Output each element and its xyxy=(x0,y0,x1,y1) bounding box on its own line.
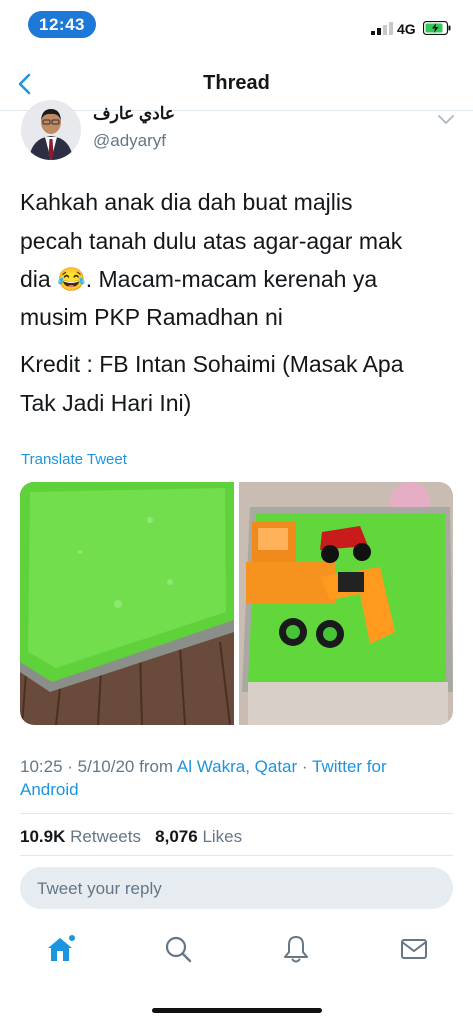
search-icon[interactable] xyxy=(163,934,193,964)
author-name[interactable]: عادي عارف xyxy=(93,104,175,124)
translate-tweet-link[interactable]: Translate Tweet xyxy=(21,451,127,468)
status-time: 12:43 xyxy=(28,11,96,38)
author-handle[interactable]: @adyaryf xyxy=(93,131,166,151)
page-title: Thread xyxy=(203,72,270,94)
divider xyxy=(20,813,453,814)
divider xyxy=(20,855,453,856)
media-grid xyxy=(20,482,453,725)
media-photo-1[interactable] xyxy=(20,482,234,725)
likes-stat[interactable]: 8,076 Likes xyxy=(155,827,242,846)
reply-placeholder: Tweet your reply xyxy=(37,879,162,898)
tweet-stats: 10.9K Retweets 8,076 Likes xyxy=(20,827,242,847)
retweets-stat[interactable]: 10.9K Retweets xyxy=(20,827,141,846)
home-icon[interactable] xyxy=(45,934,75,964)
tweet-credit-line: Tak Jadi Hari Ini) xyxy=(20,390,192,416)
home-indicator xyxy=(152,1008,322,1013)
notifications-icon[interactable] xyxy=(281,934,311,964)
media-photo-2[interactable] xyxy=(239,482,453,725)
tweet-text-line: dia 😂. Macam-macam kerenah ya xyxy=(20,266,378,292)
tweet-credit-line: Kredit : FB Intan Sohaimi (Masak Apa xyxy=(20,351,404,377)
tweet-meta: 10:25 · 5/10/20 from Al Wakra, Qatar · T… xyxy=(20,755,440,801)
network-label: 4G xyxy=(397,21,416,37)
messages-icon[interactable] xyxy=(399,934,429,964)
location-link[interactable]: Al Wakra, Qatar xyxy=(177,757,297,776)
tweet-text-line: Kahkah anak dia dah buat majlis xyxy=(20,189,353,215)
meta-separator: · xyxy=(297,757,312,776)
avatar[interactable] xyxy=(21,100,81,160)
tweet-datetime: 10:25 · 5/10/20 from xyxy=(20,757,177,776)
battery-icon xyxy=(423,21,451,35)
signal-icon xyxy=(371,22,393,35)
chevron-down-icon[interactable] xyxy=(437,114,455,126)
tweet-text-line: musim PKP Ramadhan ni xyxy=(20,304,283,330)
tweet-text-line: pecah tanah dulu atas agar-agar mak xyxy=(20,228,403,254)
